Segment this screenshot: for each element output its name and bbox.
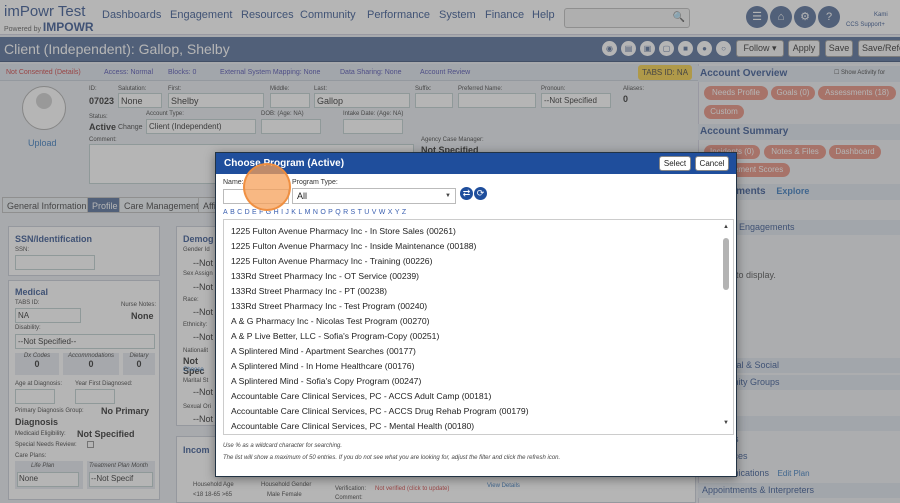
alphabet-letter-a[interactable]: A [223,209,228,216]
dialog-title: Choose Program (Active) [224,158,345,169]
alphabet-letter-h[interactable]: H [274,209,279,216]
list-item[interactable]: 1225 Fulton Avenue Pharmacy Inc - Traini… [231,256,432,266]
scrollbar-thumb[interactable] [723,238,729,290]
scroll-down-icon[interactable]: ▼ [723,420,729,426]
list-item[interactable]: A & G Pharmacy Inc - Nicolas Test Progra… [231,316,430,326]
alphabet-letter-o[interactable]: O [320,209,326,216]
alphabet-letter-k[interactable]: K [291,209,296,216]
list-item[interactable]: A Splintered Mind - In Home Healthcare (… [231,361,414,371]
alphabet-letter-l[interactable]: L [298,209,302,216]
alphabet-letter-c[interactable]: C [237,209,242,216]
list-item[interactable]: 133Rd Street Pharmacy Inc - Test Program… [231,301,427,311]
alphabet-letter-e[interactable]: E [252,209,257,216]
alphabet-letter-z[interactable]: Z [402,209,406,216]
list-scrollbar[interactable]: ▲ ▼ [723,224,729,430]
cancel-button[interactable]: Cancel [695,156,729,171]
alphabet-letter-s[interactable]: S [351,209,356,216]
list-item[interactable]: 133Rd Street Pharmacy Inc - OT Service (… [231,271,419,281]
alphabet-letter-t[interactable]: T [358,209,362,216]
select-button[interactable]: Select [659,156,691,171]
list-item[interactable]: Accountable Care Clinical Services, PC -… [231,406,529,416]
wildcard-hint: Use % as a wildcard character for search… [223,443,343,449]
chevron-down-icon: ▼ [445,193,451,199]
alphabet-letter-i[interactable]: I [281,209,283,216]
alphabet-letter-m[interactable]: M [305,209,311,216]
list-item[interactable]: A Splintered Mind - Sofia's Copy Program… [231,376,421,386]
alphabet-letter-b[interactable]: B [230,209,235,216]
list-item[interactable]: A & P Live Better, LLC - Sofia's Program… [231,331,439,341]
refresh-icon[interactable]: ⟳ [474,187,487,200]
list-item[interactable]: Accountable Care Clinical Services, PC -… [231,391,491,401]
dialog-header: Choose Program (Active) Select Cancel [216,153,736,174]
alphabet-letter-j[interactable]: J [285,209,289,216]
alphabet-letter-w[interactable]: W [379,209,386,216]
list-item[interactable]: A Splintered Mind - Apartment Searches (… [231,346,416,356]
list-item[interactable]: 1225 Fulton Avenue Pharmacy Inc - In Sto… [231,226,456,236]
list-item[interactable]: Accountable Care Clinical Services, PC -… [231,421,474,431]
list-item[interactable]: 133Rd Street Pharmacy Inc - PT (00238) [231,286,387,296]
alphabet-letter-y[interactable]: Y [395,209,400,216]
alphabet-letter-d[interactable]: D [245,209,250,216]
list-item[interactable]: 1225 Fulton Avenue Pharmacy Inc - Inside… [231,241,476,251]
alphabet-letter-n[interactable]: N [313,209,318,216]
swap-icon[interactable]: ⇄ [460,187,473,200]
choose-program-dialog: Choose Program (Active) Select Cancel Na… [215,152,737,477]
alphabet-letter-x[interactable]: X [388,209,393,216]
max-entries-hint: The list will show a maximum of 50 entri… [223,455,561,461]
alphabet-filter: ABCDEFGHIJKLMNOPQRSTUVWXYZ [223,209,409,216]
click-indicator [243,163,291,211]
program-type-label: Program Type: [292,179,338,186]
alphabet-letter-v[interactable]: V [372,209,377,216]
alphabet-letter-p[interactable]: P [328,209,333,216]
alphabet-letter-r[interactable]: R [343,209,348,216]
alphabet-letter-q[interactable]: Q [335,209,341,216]
program-list: 1225 Fulton Avenue Pharmacy Inc - In Sto… [223,219,734,435]
name-label: Name: [223,179,244,186]
program-type-select[interactable]: All ▼ [292,188,456,204]
scroll-up-icon[interactable]: ▲ [723,224,729,230]
alphabet-letter-u[interactable]: U [364,209,369,216]
